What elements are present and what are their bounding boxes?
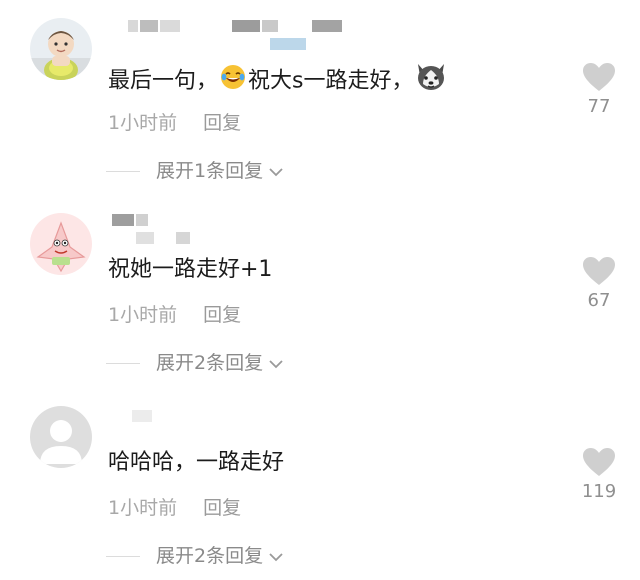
comment-text: 哈哈哈，一路走好 — [108, 450, 285, 475]
comment-time: 1小时前 — [108, 497, 178, 519]
comment-meta: 1小时前 回复 — [108, 108, 241, 135]
expand-replies-button[interactable]: 展开2条回复 — [106, 348, 285, 375]
expand-replies-label: 展开2条回复 — [156, 352, 264, 374]
expand-replies-button[interactable]: 展开1条回复 — [106, 156, 285, 183]
like-count: 77 — [587, 96, 611, 117]
comment-time: 1小时前 — [108, 304, 178, 326]
username-blurred-3 — [270, 38, 308, 50]
comment-text-part: 祝大s一路走好， — [248, 68, 414, 94]
comment-time: 1小时前 — [108, 112, 178, 134]
avatar[interactable] — [30, 18, 92, 80]
avatar[interactable] — [30, 213, 92, 275]
reply-button[interactable]: 回复 — [203, 497, 241, 519]
avatar[interactable] — [30, 406, 92, 468]
laughing-crying-emoji-icon — [220, 64, 246, 99]
username-blurred[interactable] — [112, 214, 150, 226]
like-button[interactable]: 67 — [576, 256, 622, 311]
username-blurred-2 — [232, 20, 280, 32]
comment-text: 最后一句， 祝大s一路走好， — [108, 62, 449, 101]
husky-dog-emoji-icon — [415, 62, 447, 101]
heart-icon — [583, 257, 615, 285]
baby-photo-avatar-icon — [30, 18, 92, 80]
chevron-down-icon — [267, 161, 285, 183]
username-blurred-3 — [176, 232, 192, 244]
like-button[interactable]: 77 — [576, 62, 622, 117]
expand-replies-label: 展开1条回复 — [156, 160, 264, 182]
patrick-star-avatar-icon — [30, 213, 92, 275]
heart-icon — [583, 448, 615, 476]
comment-meta: 1小时前 回复 — [108, 493, 241, 520]
heart-icon — [583, 63, 615, 91]
expand-replies-label: 展开2条回复 — [156, 545, 264, 567]
comment-meta: 1小时前 回复 — [108, 300, 241, 327]
like-button[interactable]: 119 — [576, 447, 622, 502]
divider-line — [106, 171, 140, 172]
like-count: 67 — [587, 290, 611, 311]
username-blurred-4 — [312, 20, 344, 32]
divider-line — [106, 363, 140, 364]
comment-text-part: 最后一句， — [108, 68, 219, 94]
like-count: 119 — [581, 481, 617, 502]
reply-button[interactable]: 回复 — [203, 304, 241, 326]
comment-text: 祝她一路走好+1 — [108, 257, 273, 282]
default-user-avatar-icon — [30, 406, 92, 468]
chevron-down-icon — [267, 546, 285, 568]
chevron-down-icon — [267, 353, 285, 375]
username-blurred[interactable] — [132, 410, 154, 422]
reply-button[interactable]: 回复 — [203, 112, 241, 134]
username-blurred[interactable] — [128, 20, 182, 32]
divider-line — [106, 556, 140, 557]
expand-replies-button[interactable]: 展开2条回复 — [106, 541, 285, 568]
username-blurred-2 — [136, 232, 156, 244]
